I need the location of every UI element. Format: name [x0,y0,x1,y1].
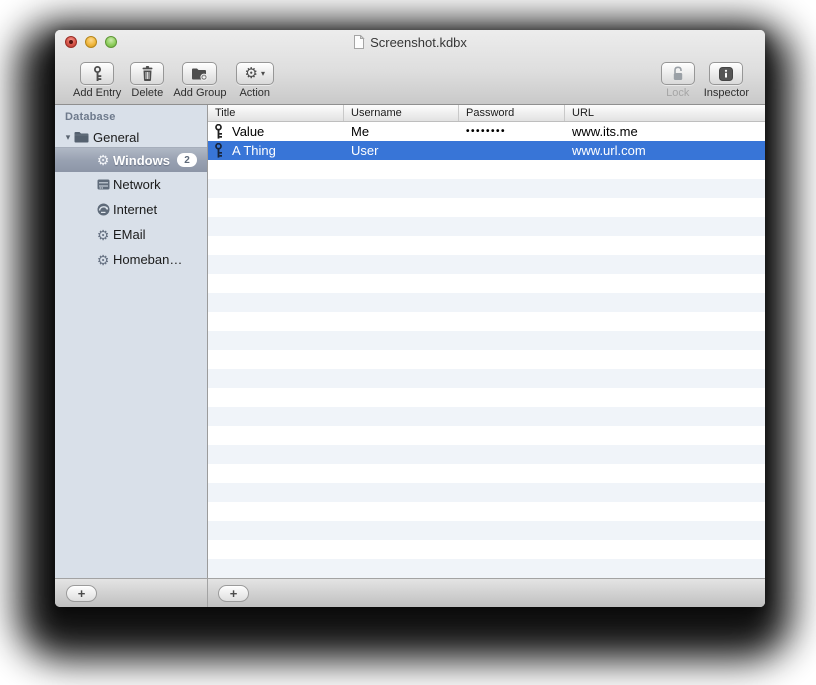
entry-title: Value [232,124,265,139]
toolbar-left-group: Add Entry Delete Add Group ⚙ ▾ Action [73,53,274,99]
disclosure-triangle-icon[interactable]: ▾ [63,132,73,143]
table-row[interactable]: Value Me •••••••• www.its.me [208,122,765,141]
info-icon [719,66,734,81]
delete-button[interactable]: Delete [130,62,165,99]
gear-icon: ⚙ [244,65,258,82]
sidebar-item-label: EMail [113,227,146,242]
entry-username: User [351,143,379,158]
titlebar[interactable]: Screenshot.kdbx [55,30,765,53]
key-icon [214,143,223,158]
sidebar-item-label: Windows [113,152,170,168]
lock-label: Lock [666,87,690,99]
lock-button[interactable]: Lock [660,62,695,99]
entry-count-badge: 2 [177,153,197,167]
sidebar-item-network[interactable]: Network [55,172,207,197]
key-icon [92,66,103,81]
screenshot-stage: Screenshot.kdbx Add Entry Delete Add Gro… [0,0,816,685]
sidebar-section-database: Database [65,111,116,123]
add-entry-label: Add Entry [73,87,122,99]
sidebar-item-label: Internet [113,202,158,217]
entry-url: www.url.com [572,143,646,158]
gear-icon: ⚙ [96,226,110,243]
open-padlock-icon [671,66,685,81]
entry-url: www.its.me [572,124,638,139]
plus-icon: + [77,586,86,601]
sidebar-item-email[interactable]: ⚙ EMail [55,222,207,247]
column-header-password[interactable]: Password [459,105,565,121]
inspector-label: Inspector [703,87,749,99]
action-label: Action [239,87,271,99]
sidebar-item-homebanking[interactable]: ⚙ Homeban… [55,247,207,272]
entry-title: A Thing [232,143,276,158]
delete-label: Delete [131,87,164,99]
sidebar-item-label: Homeban… [113,252,183,267]
toolbar: Add Entry Delete Add Group ⚙ ▾ Action Lo… [55,53,765,105]
table-header: Title Username Password URL [208,105,765,122]
add-entry-plus-button[interactable]: + [218,585,249,602]
bottom-bar: + + [55,578,765,607]
gear-icon: ⚙ [96,251,110,268]
sidebar-item-label: Network [113,177,161,192]
inspector-button[interactable]: Inspector [704,62,749,99]
sidebar-item-internet[interactable]: Internet [55,197,207,222]
title-area: Screenshot.kdbx [55,33,765,51]
column-header-url[interactable]: URL [565,105,765,121]
gear-icon: ⚙ [96,152,110,168]
column-header-title[interactable]: Title [208,105,344,121]
entry-username: Me [351,124,370,139]
chevron-down-icon: ▾ [260,69,265,78]
globe-icon [95,203,111,216]
add-entry-button[interactable]: Add Entry [73,62,121,99]
sidebar-item-windows[interactable]: ⚙ Windows 2 [55,147,207,172]
entry-password-masked: •••••••• [466,126,507,137]
app-window: Screenshot.kdbx Add Entry Delete Add Gro… [55,30,765,607]
table-body: Value Me •••••••• www.its.me A Thing Use… [208,122,765,578]
sidebar: Database ▾ General ⚙ Windows 2 Network I… [55,105,208,578]
window-title: Screenshot.kdbx [370,34,467,50]
add-group-plus-button[interactable]: + [66,585,97,602]
toolbar-right-group: Lock Inspector [660,53,749,99]
trash-icon [141,66,154,81]
action-button[interactable]: ⚙ ▾ Action [235,62,274,99]
document-proxy-icon[interactable] [353,35,365,49]
folder-icon [73,131,89,143]
bottom-bar-divider [207,579,208,607]
table-row-selected[interactable]: A Thing User www.url.com [208,141,765,160]
content-area: Database ▾ General ⚙ Windows 2 Network I… [55,105,765,578]
network-icon [95,178,111,191]
add-group-label: Add Group [173,87,227,99]
window-chrome: Screenshot.kdbx Add Entry Delete Add Gro… [55,30,765,105]
key-icon [214,124,223,139]
column-header-username[interactable]: Username [344,105,459,121]
add-group-button[interactable]: Add Group [173,62,227,99]
sidebar-item-general[interactable]: ▾ General [55,127,207,147]
sidebar-item-label: General [93,129,140,145]
plus-icon: + [229,586,238,601]
folder-plus-icon [191,67,209,81]
entry-table: Title Username Password URL Value Me •••… [208,105,765,578]
